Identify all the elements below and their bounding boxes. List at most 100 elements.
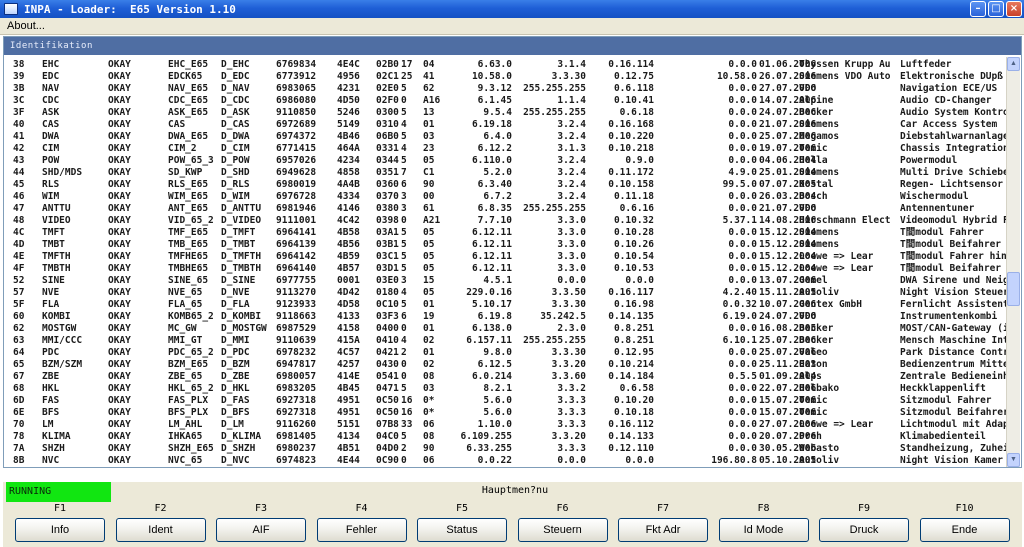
cell-fsw-version: 0.0.0 xyxy=(728,107,757,118)
cell-variant: 0 xyxy=(401,371,407,382)
table-row: 41 DWA OKAY DWA_E65 D_DWA 6974372 4B46 06B0 5 03 6… xyxy=(4,131,1009,143)
title-bar[interactable]: INPA - Loader: E65 Version 1.10 – □ × xyxy=(0,0,1024,18)
cell-group: D_SINE xyxy=(221,275,256,286)
maximize-icon[interactable]: □ xyxy=(988,1,1004,17)
cell-manufacturer: Megamos xyxy=(799,131,840,142)
cell-bus-version: 0.6.18 xyxy=(619,107,654,118)
cell-part-number: 6964142 xyxy=(276,251,317,262)
cell-coding: 05 xyxy=(423,239,435,250)
aif-button[interactable]: AIF xyxy=(216,518,306,542)
cell-ecu-name: BZM/SZM xyxy=(42,359,83,370)
cell-diag-index: 0C50 xyxy=(376,407,399,418)
cell-sgbd: POW_65_3 xyxy=(168,155,214,166)
cell-address: 62 xyxy=(13,323,25,334)
scroll-thumb[interactable] xyxy=(1007,272,1020,306)
cell-hw-version: 3.2.4 xyxy=(557,131,586,142)
cell-status: OKAY xyxy=(108,299,131,310)
cell-supplier-code: 4234 xyxy=(337,155,360,166)
table-row: 63 MMI/CCC OKAY MMI_GT D_MMI 9110639 415A 0410 4… xyxy=(4,335,1009,347)
cell-sw-version: 6.19.8 xyxy=(477,311,512,322)
cell-manufacturer: Siemens VDO Auto xyxy=(799,71,891,82)
cell-status: OKAY xyxy=(108,239,131,250)
id-mode-button[interactable]: Id Mode xyxy=(718,518,809,542)
cell-description: Audio System Kontro xyxy=(900,107,1009,118)
info-button[interactable]: Info xyxy=(15,518,105,542)
cell-supplier-code: 4B46 xyxy=(337,131,360,142)
cell-sgbd: NVE_65 xyxy=(168,287,203,298)
cell-hw-version: 2.3.0 xyxy=(557,323,586,334)
cell-bus-version: 0.14.135 xyxy=(608,311,654,322)
cell-hw-version: 3.3.50 xyxy=(551,287,586,298)
cell-manufacturer: Alps xyxy=(799,371,822,382)
cell-sw-version: 6.12.2 xyxy=(477,143,512,154)
cell-bus-version: 0.16.114 xyxy=(608,59,654,70)
cell-ecu-name: SINE xyxy=(42,275,65,286)
cell-variant: 4 xyxy=(401,143,407,154)
cell-group: D_TMBTH xyxy=(221,263,262,274)
cell-part-number: 6981405 xyxy=(276,431,317,442)
menu-about[interactable]: About... xyxy=(7,20,45,32)
cell-ecu-name: TMBTH xyxy=(42,263,71,274)
cell-diag-index: 0344 xyxy=(376,155,399,166)
cell-ecu-name: TMFTH xyxy=(42,251,71,262)
fehler-button[interactable]: Fehler xyxy=(316,518,407,542)
cell-diag-index: 0380 xyxy=(376,203,399,214)
cell-ecu-name: FAS xyxy=(42,395,60,406)
cell-supplier-code: 4858 xyxy=(337,167,360,178)
steuern-button[interactable]: Steuern xyxy=(517,518,608,542)
cell-part-number: 6771415 xyxy=(276,143,317,154)
cell-diag-index: 0C90 xyxy=(376,455,399,466)
cell-address: 67 xyxy=(13,371,25,382)
cell-diag-index: 07B8 xyxy=(376,419,399,430)
cell-address: 3C xyxy=(13,95,25,106)
ident-button[interactable]: Ident xyxy=(115,518,206,542)
menu-bar: About... xyxy=(0,18,1024,35)
cell-description: Car Access System xyxy=(900,119,998,130)
cell-description: Bedienzentrum Mitte xyxy=(900,359,1009,370)
cell-variant: 5 xyxy=(401,227,407,238)
cell-ecu-name: CAS xyxy=(42,119,60,130)
cell-address: 3B xyxy=(13,83,25,94)
cell-hw-version: 3.3.30 xyxy=(551,347,586,358)
cell-bus-version: 0.14.133 xyxy=(608,431,654,442)
table-row: 43 POW OKAY POW_65_3 D_POW 6957026 4234 0344 5 05… xyxy=(4,155,1009,167)
cell-coding: 90 xyxy=(423,179,435,190)
cell-ecu-name: TMBT xyxy=(42,239,65,250)
cell-bus-version: 0.10.54 xyxy=(613,251,654,262)
vertical-scrollbar[interactable]: ▲ ▼ xyxy=(1006,57,1020,467)
cell-diag-index: 0360 xyxy=(376,179,399,190)
status-button[interactable]: Status xyxy=(417,518,507,542)
minimize-icon[interactable]: – xyxy=(970,1,986,17)
cell-diag-index: 0300 xyxy=(376,107,399,118)
cell-fsw-version: 6.10.1 xyxy=(722,335,757,346)
cell-bus-version: 0.10.26 xyxy=(613,239,654,250)
cell-fsw-version: 4.9.0 xyxy=(728,167,757,178)
cell-variant: 0 xyxy=(401,323,407,334)
cell-manufacturer: Siemens xyxy=(799,227,840,238)
cell-fsw-version: 0.0.0 xyxy=(728,95,757,106)
scroll-down-icon[interactable]: ▼ xyxy=(1007,453,1020,467)
scroll-up-icon[interactable]: ▲ xyxy=(1007,57,1020,71)
fkey-f8: F8 Id Mode xyxy=(718,502,809,545)
fkey-number: F10 xyxy=(955,503,974,514)
cell-manufacturer: Becker xyxy=(799,107,834,118)
cell-sw-version: 6.4.0 xyxy=(483,131,512,142)
cell-coding: 02 xyxy=(423,359,435,370)
cell-group: D_EDC xyxy=(221,71,250,82)
cell-fsw-version: 0.0.0 xyxy=(728,143,757,154)
fkey-number: F1 xyxy=(53,503,67,514)
close-icon[interactable]: × xyxy=(1006,1,1022,17)
druck-button[interactable]: Druck xyxy=(819,518,909,542)
cell-hw-version: 3.3.3 xyxy=(557,407,586,418)
cell-hw-version: 3.3.0 xyxy=(557,263,586,274)
cell-status: OKAY xyxy=(108,59,131,70)
fkt-adr-button[interactable]: Fkt Adr xyxy=(618,518,708,542)
cell-description: Multi Drive Schiebe xyxy=(900,167,1009,178)
cell-sgbd: NVC_65 xyxy=(168,455,203,466)
cell-variant: 4 xyxy=(401,287,407,298)
cell-part-number: 6976728 xyxy=(276,191,317,202)
ende-button[interactable]: Ende xyxy=(919,518,1010,542)
table-row: 39 EDC OKAY EDCK65 D_EDC 6773912 4956 02C1 25 41 1… xyxy=(4,71,1009,83)
cell-supplier-code: 5246 xyxy=(337,107,360,118)
table-row: 70 LM OKAY LM_AHL D_LM 9116260 5151 07B8 33 06 1.1… xyxy=(4,419,1009,431)
